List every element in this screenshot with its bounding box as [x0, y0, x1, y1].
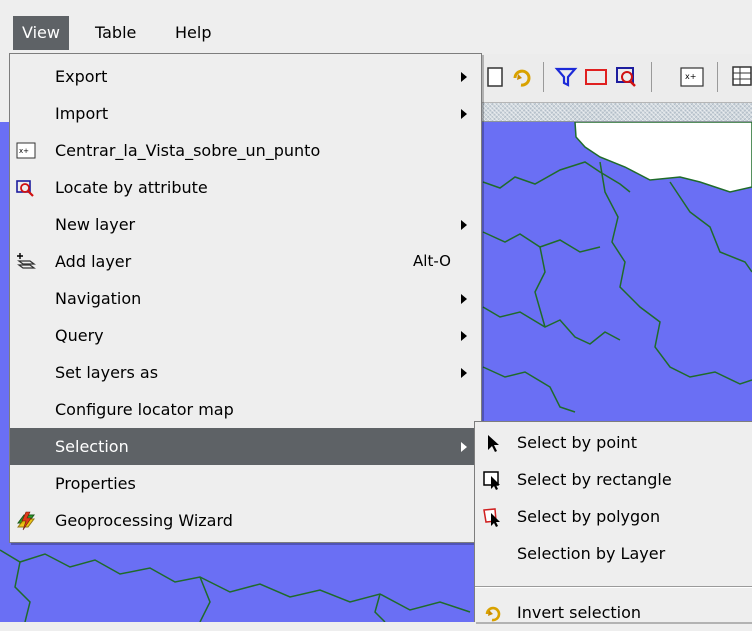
- menu-item-label: Invert selection: [517, 603, 642, 622]
- view-menu: Export Import x+ Centrar_la_Vista_sobre_…: [9, 53, 482, 543]
- region-boundary: [374, 593, 386, 622]
- select-rectangle-icon[interactable]: [583, 64, 609, 90]
- submenu-arrow-icon: [461, 109, 467, 119]
- menu-table[interactable]: Table: [86, 16, 145, 50]
- table-icon[interactable]: [731, 64, 752, 90]
- region-boundary: [482, 231, 601, 253]
- menu-item-configure-locator-map[interactable]: Configure locator map: [10, 391, 481, 428]
- locate-by-attribute-icon: [16, 180, 34, 197]
- menu-item-export[interactable]: Export: [10, 58, 481, 95]
- region-boundary: [482, 161, 631, 193]
- svg-text:x+: x+: [19, 147, 29, 155]
- submenu-arrow-icon: [461, 442, 467, 452]
- toolbar-separator: [543, 62, 544, 92]
- menu-item-select-by-polygon[interactable]: Select by polygon: [475, 498, 752, 535]
- menu-item-label: Properties: [55, 474, 136, 493]
- menu-item-center-view[interactable]: x+ Centrar_la_Vista_sobre_un_punto: [10, 132, 481, 169]
- region-boundary: [482, 366, 576, 413]
- menu-item-locate-by-attribute[interactable]: Locate by attribute: [10, 169, 481, 206]
- submenu-arrow-icon: [461, 72, 467, 82]
- menu-item-add-layer[interactable]: Add layer Alt-O: [10, 243, 481, 280]
- menu-item-label: Select by point: [517, 433, 637, 452]
- svg-text:x+: x+: [685, 72, 696, 81]
- submenu-arrow-icon: [461, 331, 467, 341]
- menu-item-label: Add layer: [55, 252, 132, 271]
- menu-item-label: Configure locator map: [55, 400, 234, 419]
- menu-item-import[interactable]: Import: [10, 95, 481, 132]
- menu-item-label: New layer: [55, 215, 136, 234]
- menu-item-label: Import: [55, 104, 109, 123]
- menu-item-label: Select by polygon: [517, 507, 661, 526]
- menu-help[interactable]: Help: [166, 16, 220, 50]
- map-header-strip: [481, 103, 752, 122]
- add-layer-icon: [17, 253, 36, 269]
- region-boundary: [599, 161, 752, 385]
- menu-view[interactable]: View: [13, 16, 69, 50]
- menu-item-label: Locate by attribute: [55, 178, 208, 197]
- menu-item-new-layer[interactable]: New layer: [10, 206, 481, 243]
- menu-item-label: Navigation: [55, 289, 142, 308]
- toolbar-separator: [651, 62, 652, 92]
- menu-item-select-by-rectangle[interactable]: Select by rectangle: [475, 461, 752, 498]
- menu-separator: [475, 586, 752, 588]
- geoprocessing-icon: [17, 511, 35, 531]
- filter-icon[interactable]: [553, 64, 579, 90]
- region-boundary: [534, 246, 546, 328]
- region-boundary: [199, 576, 211, 622]
- submenu-arrow-icon: [461, 220, 467, 230]
- menu-item-selection-by-layer[interactable]: Selection by Layer: [475, 535, 752, 572]
- menu-item-selection[interactable]: Selection: [10, 428, 481, 465]
- menu-item-label: Geoprocessing Wizard: [55, 511, 233, 530]
- invert-selection-icon[interactable]: [509, 64, 535, 90]
- menu-item-query[interactable]: Query: [10, 317, 481, 354]
- region-boundary: [669, 181, 752, 273]
- blank-page-icon[interactable]: [485, 64, 511, 90]
- menu-item-navigation[interactable]: Navigation: [10, 280, 481, 317]
- select-polygon-icon: [483, 508, 500, 527]
- menu-item-label: Set layers as: [55, 363, 159, 382]
- menu-item-geoprocessing-wizard[interactable]: Geoprocessing Wizard: [10, 502, 481, 539]
- menu-item-set-layers-as[interactable]: Set layers as: [10, 354, 481, 391]
- select-point-icon: [488, 435, 499, 452]
- sea-area: [574, 122, 752, 193]
- menu-item-label: Select by rectangle: [517, 470, 672, 489]
- menu-item-label: Centrar_la_Vista_sobre_un_punto: [55, 141, 321, 160]
- menu-item-invert-selection[interactable]: Invert selection: [475, 594, 752, 631]
- invert-selection-icon: [485, 606, 501, 622]
- menu-item-label: Selection: [55, 437, 129, 456]
- toolbar: x+: [481, 54, 752, 103]
- menu-item-label: Query: [55, 326, 104, 345]
- center-view-icon[interactable]: x+: [679, 64, 705, 90]
- menubar: View Table Help: [0, 0, 752, 54]
- locate-by-attribute-icon[interactable]: [615, 64, 641, 90]
- menu-item-label: Selection by Layer: [517, 544, 666, 563]
- shortcut-label: Alt-O: [413, 252, 451, 270]
- submenu-arrow-icon: [461, 294, 467, 304]
- menu-item-properties[interactable]: Properties: [10, 465, 481, 502]
- menu-item-label: Export: [55, 67, 108, 86]
- toolbar-separator: [717, 62, 718, 92]
- selection-submenu: Select by point Select by rectangle Sele…: [474, 421, 752, 622]
- center-view-icon: x+: [16, 142, 36, 159]
- region-boundary: [14, 561, 31, 622]
- submenu-arrow-icon: [461, 368, 467, 378]
- region-boundary: [482, 306, 621, 345]
- select-rectangle-icon: [483, 471, 500, 490]
- region-boundary: [0, 549, 471, 613]
- menu-item-select-by-point[interactable]: Select by point: [475, 424, 752, 461]
